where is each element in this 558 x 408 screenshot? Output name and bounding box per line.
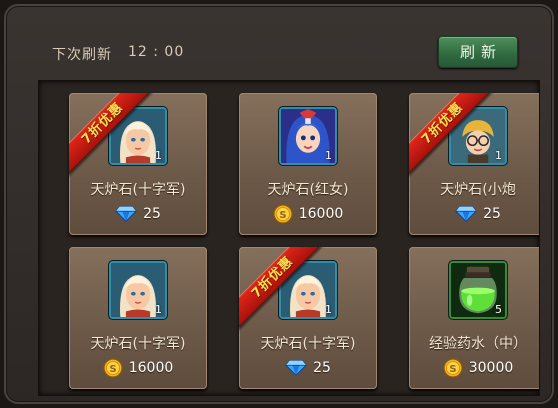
price-row: 25: [239, 357, 377, 379]
item-name: 天炉石(十字军): [90, 336, 186, 352]
next-refresh-label: 下次刷新: [52, 47, 112, 63]
gold-coin-icon: [273, 204, 293, 224]
item-count: 5: [495, 303, 502, 316]
gold-coin-icon: [103, 358, 123, 378]
item-name: 经验药水（中）: [429, 336, 527, 352]
item-count: 1: [325, 149, 332, 162]
item-price: 16000: [128, 360, 174, 376]
item-count: 1: [155, 303, 162, 316]
item-name: 天炉石(十字军): [90, 182, 186, 198]
next-refresh-time: 12 : 00: [128, 44, 185, 60]
exp-potion-icon: 5: [449, 261, 507, 319]
price-row: 25: [409, 203, 539, 225]
red-woman-portrait-icon: 1: [279, 107, 337, 165]
shop-window: 下次刷新 12 : 00 刷新 1 7折优惠 天炉石(十字军) 25 1 天炉石…: [4, 4, 554, 404]
shop-item-card[interactable]: 5 经验药水（中） 30000: [409, 247, 539, 389]
shop-item-card[interactable]: 1 7折优惠 天炉石(十字军) 25: [69, 93, 207, 235]
diamond-icon: [285, 359, 307, 377]
crusader-portrait-icon: 1: [109, 261, 167, 319]
price-row: 30000: [409, 357, 539, 379]
shop-item-card[interactable]: 1 天炉石(十字军) 16000: [69, 247, 207, 389]
diamond-icon: [455, 205, 477, 223]
item-name: 天炉石(十字军): [260, 336, 356, 352]
refresh-button[interactable]: 刷新: [438, 36, 518, 68]
shop-item-card[interactable]: 1 7折优惠 天炉石(小炮 25: [409, 93, 539, 235]
item-name: 天炉石(红女): [267, 182, 349, 198]
item-price: 16000: [298, 206, 344, 222]
shop-item-card[interactable]: 1 7折优惠 天炉石(十字军) 25: [239, 247, 377, 389]
price-row: 16000: [239, 203, 377, 225]
item-price: 25: [313, 360, 331, 376]
item-price: 30000: [468, 360, 514, 376]
price-row: 16000: [69, 357, 207, 379]
diamond-icon: [115, 205, 137, 223]
item-price: 25: [143, 206, 161, 222]
item-name: 天炉石(小炮: [440, 182, 516, 198]
price-row: 25: [69, 203, 207, 225]
gold-coin-icon: [443, 358, 463, 378]
item-count: 1: [325, 303, 332, 316]
item-count: 1: [495, 149, 502, 162]
shop-item-grid: 1 7折优惠 天炉石(十字军) 25 1 天炉石(红女) 16000 1 7折优…: [38, 80, 540, 396]
item-price: 25: [483, 206, 501, 222]
item-count: 1: [155, 149, 162, 162]
shop-item-card[interactable]: 1 天炉石(红女) 16000: [239, 93, 377, 235]
